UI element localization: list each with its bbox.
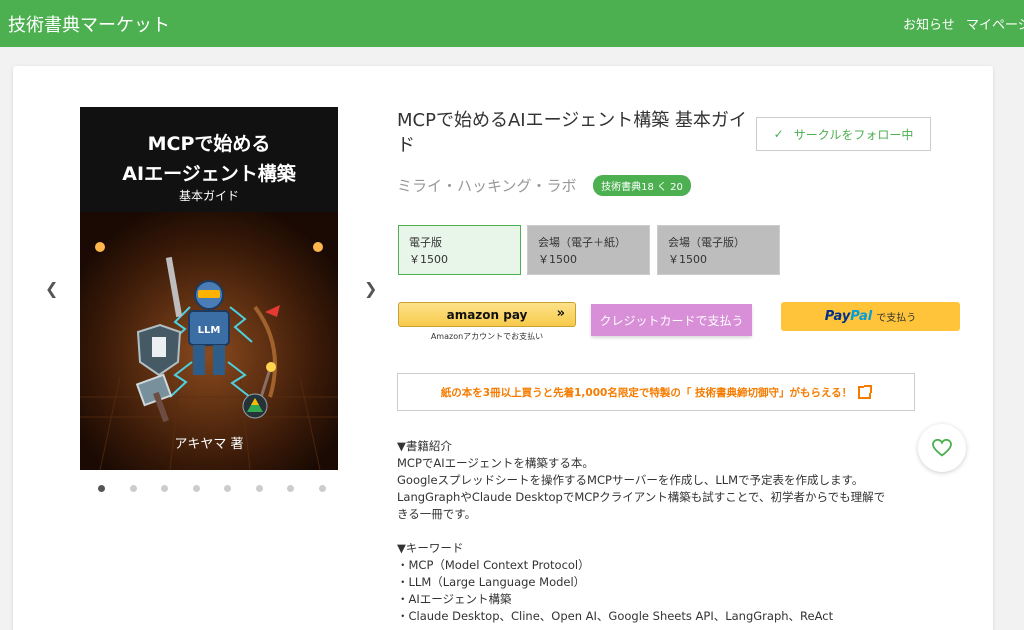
price-option-venue-ebook-paper[interactable]: 会場（電子＋紙） ￥1500 <box>527 225 650 275</box>
credit-card-pay-button[interactable]: クレジットカードで支払う <box>591 304 752 336</box>
description-line: ・Claude Desktop、Cline、Open AI、Google She… <box>397 609 834 623</box>
price-option-price: ￥1500 <box>409 253 448 266</box>
favorite-button[interactable] <box>918 424 966 472</box>
amazon-pay-label: amazon pay <box>446 307 528 322</box>
description-line: LangGraphやClaude DesktopでMCPクライアント構築も試すこ… <box>397 490 886 504</box>
carousel-dot[interactable] <box>161 485 168 492</box>
svg-text:LLM: LLM <box>198 325 221 336</box>
carousel-dot[interactable] <box>129 485 137 492</box>
check-icon: ✓ <box>773 127 784 141</box>
description-line: きる一冊です。 <box>397 507 477 521</box>
carousel-dot[interactable] <box>255 485 263 492</box>
carousel-dot[interactable] <box>98 485 105 492</box>
amazon-pay-button[interactable]: amazon pay » <box>398 302 576 327</box>
description-line: Googleスプレッドシートを操作するMCPサーバーを作成し、LLMで予定表を作… <box>397 473 864 487</box>
price-option-price: ￥1500 <box>668 253 707 266</box>
paypal-button[interactable]: PayPal で支払う <box>781 302 960 331</box>
carousel-prev-icon[interactable]: ❮ <box>45 279 58 298</box>
description-line: ・MCP（Model Context Protocol） <box>397 558 590 572</box>
price-option-venue-ebook[interactable]: 会場（電子版） ￥1500 <box>657 225 780 275</box>
carousel-next-icon[interactable]: ❯ <box>364 279 377 298</box>
description-line: ▼書籍紹介 <box>397 439 452 453</box>
nav-news[interactable]: お知らせ <box>903 14 955 33</box>
paypal-logo: PayPal <box>824 309 873 324</box>
promo-banner-link[interactable]: 紙の本を3冊以上買うと先着1,000名限定で特製の「 技術書典締切御守」がもらえ… <box>397 373 915 411</box>
price-option-price: ￥1500 <box>538 253 577 266</box>
carousel-dot[interactable] <box>318 485 326 492</box>
double-chevron-right-icon: » <box>556 306 565 321</box>
paypal-button-label: で支払う <box>876 313 917 324</box>
description-line: ・LLM（Large Language Model） <box>397 575 586 589</box>
follow-button-label: サークルをフォロー中 <box>793 127 914 142</box>
price-option-label: 電子版 <box>409 236 442 249</box>
description-line: MCPでAIエージェントを構築する本。 <box>397 456 594 470</box>
description-line: ・AIエージェント構築 <box>397 592 512 606</box>
app-header: 技術書典マーケット お知らせ マイページ <box>0 0 1024 47</box>
cover-author: アキヤマ 著 <box>174 437 244 452</box>
book-description: ▼書籍紹介 MCPでAIエージェントを構築する本。 Googleスプレッドシートを操… <box>397 438 907 625</box>
amazon-pay-caption: Amazonアカウントでお支払い <box>430 332 544 341</box>
description-line <box>397 523 907 540</box>
event-badge: 技術書典18 く 20 <box>593 175 691 196</box>
cover-title-line2: AIエージェント構築 <box>122 163 296 185</box>
external-link-icon <box>858 384 873 399</box>
carousel-dot[interactable] <box>192 485 200 492</box>
description-line: ▼キーワード <box>397 541 464 555</box>
nav-mypage[interactable]: マイページ <box>966 14 1024 33</box>
heart-icon <box>932 439 952 457</box>
follow-circle-button[interactable]: ✓ サークルをフォロー中 <box>756 117 931 151</box>
book-title: MCPで始めるAIエージェント構築 基本ガイド <box>397 110 747 156</box>
book-cover-image: LLM MCPで始める AIエージェント構築 基本ガイド アキヤマ 著 <box>80 107 338 470</box>
price-option-label: 会場（電子＋紙） <box>538 236 626 249</box>
site-title[interactable]: 技術書典マーケット <box>8 11 170 37</box>
carousel-dot[interactable] <box>224 485 231 492</box>
circle-name-link[interactable]: ミライ・ハッキング・ラボ <box>397 175 577 196</box>
promo-text: 紙の本を3冊以上買うと先着1,000名限定で特製の「 技術書典締切御守」がもらえ… <box>440 386 853 399</box>
carousel-dot[interactable] <box>287 485 294 492</box>
cover-subtitle: 基本ガイド <box>178 189 239 203</box>
price-option-label: 会場（電子版） <box>668 236 745 249</box>
cover-title-line1: MCPで始める <box>147 133 271 155</box>
price-option-ebook[interactable]: 電子版 ￥1500 <box>398 225 521 275</box>
